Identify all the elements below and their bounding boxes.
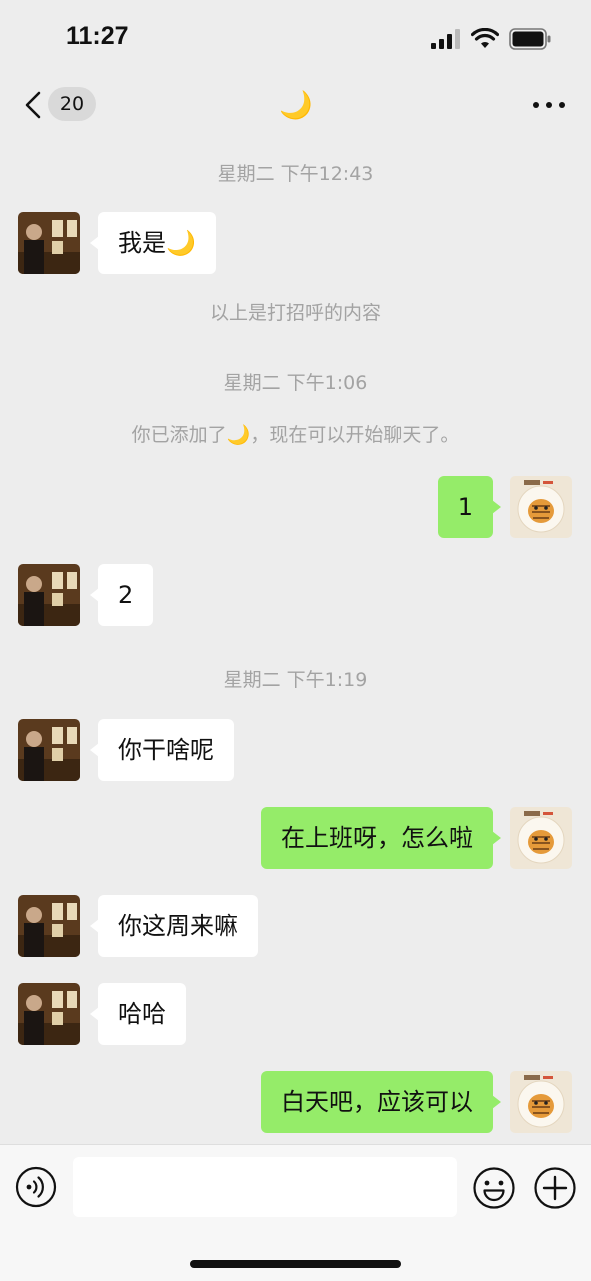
chat-messages[interactable]: 星期二 下午12:43 我是🌙 以上是打招呼的内容 星期二 下午1:06 你已添… xyxy=(0,134,591,1144)
contact-avatar[interactable] xyxy=(18,564,80,626)
message-bubble-sent[interactable]: 1 xyxy=(437,476,502,538)
unread-count-badge[interactable]: 20 xyxy=(48,87,96,121)
status-icons xyxy=(431,27,551,51)
contact-avatar[interactable] xyxy=(18,895,80,957)
wifi-icon xyxy=(471,28,499,48)
message-bubble-received[interactable]: 你干啥呢 xyxy=(90,719,234,781)
system-message: 以上是打招呼的内容 xyxy=(209,302,381,324)
message-bubble-received[interactable]: 哈哈 xyxy=(90,983,186,1045)
contact-avatar[interactable] xyxy=(18,719,80,781)
battery-icon xyxy=(509,28,551,50)
chat-title: 🌙 xyxy=(279,90,313,121)
timestamp: 星期二 下午1:19 xyxy=(223,669,368,691)
self-avatar[interactable] xyxy=(510,476,572,538)
message-bubble-received[interactable]: 我是🌙 xyxy=(90,212,216,274)
contact-avatar[interactable] xyxy=(18,212,80,274)
system-message: 你已添加了🌙，现在可以开始聊天了。 xyxy=(131,424,460,446)
plus-circle-icon[interactable] xyxy=(533,1166,577,1210)
home-indicator[interactable] xyxy=(190,1260,401,1268)
message-bubble-received[interactable]: 2 xyxy=(89,564,154,626)
self-avatar[interactable] xyxy=(510,1071,572,1133)
message-input[interactable] xyxy=(73,1157,457,1217)
message-bubble-received[interactable]: 你这周来嘛 xyxy=(90,895,258,957)
cellular-signal-icon xyxy=(431,29,460,49)
nav-bar: 20 🌙 xyxy=(0,78,591,134)
message-bubble-sent[interactable]: 在上班呀，怎么啦 xyxy=(261,807,501,869)
voice-icon[interactable] xyxy=(15,1166,57,1208)
status-time: 11:27 xyxy=(66,22,129,50)
message-bubble-sent[interactable]: 白天吧，应该可以 xyxy=(261,1071,501,1133)
timestamp: 星期二 下午1:06 xyxy=(223,372,368,394)
timestamp: 星期二 下午12:43 xyxy=(217,163,374,185)
smiley-icon[interactable] xyxy=(472,1166,516,1210)
contact-avatar[interactable] xyxy=(18,983,80,1045)
chevron-left-icon[interactable] xyxy=(22,90,42,120)
more-dots-icon[interactable] xyxy=(531,93,567,117)
self-avatar[interactable] xyxy=(510,807,572,869)
status-bar: 11:27 xyxy=(0,0,591,78)
